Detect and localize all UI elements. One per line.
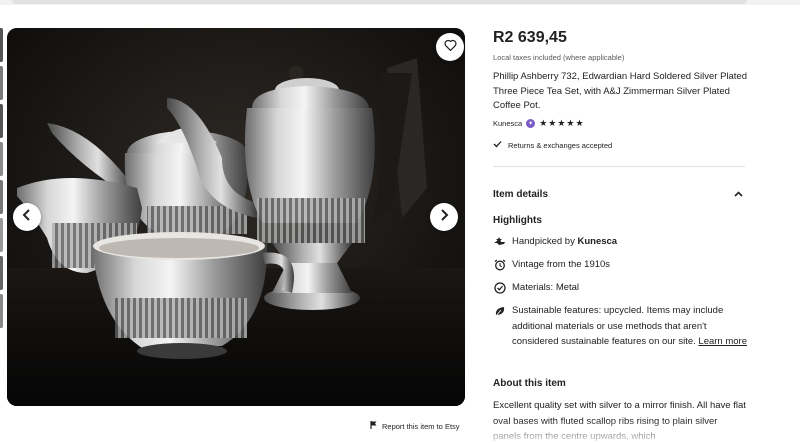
thumbnail[interactable]	[0, 104, 3, 138]
sustainable-description: Sustainable features: upcycled. Items ma…	[512, 305, 724, 347]
hand-icon	[493, 234, 506, 249]
top-scroll-bar	[12, 0, 747, 4]
listing-title: Phillip Ashberry 732, Edwardian Hard Sol…	[493, 71, 747, 111]
flag-icon	[370, 421, 377, 431]
highlight-materials: Materials: Metal	[493, 280, 579, 296]
favorite-button[interactable]	[436, 33, 464, 61]
thumbnail[interactable]	[0, 66, 3, 100]
heart-outline-icon	[443, 38, 457, 56]
top-strip	[0, 0, 800, 5]
price: R2 639,45	[493, 29, 567, 46]
leaf-icon	[493, 303, 506, 318]
next-image-button[interactable]	[430, 203, 458, 231]
previous-image-button[interactable]	[13, 203, 41, 231]
thumbnail-strip[interactable]	[0, 28, 3, 408]
rating-stars[interactable]: ★★★★★	[539, 118, 584, 129]
highlight-sustainable: Sustainable features: upcycled. Items ma…	[493, 303, 748, 350]
highlight-vintage: Vintage from the 1910s	[493, 257, 610, 273]
handpicked-shop-link[interactable]: Kunesca	[577, 236, 617, 247]
item-details-toggle[interactable]: Item details	[493, 189, 743, 200]
about-heading: About this item	[493, 378, 566, 389]
star-seller-badge-icon: ✦	[526, 119, 536, 128]
thumbnail[interactable]	[0, 142, 3, 176]
product-photo	[7, 28, 465, 406]
returns-label: Returns & exchanges accepted	[508, 140, 613, 150]
text-fade-overlay	[493, 420, 753, 443]
thumbnail[interactable]	[0, 256, 3, 290]
tax-note: Local taxes included (where applicable)	[493, 53, 625, 62]
handpicked-prefix: Handpicked by	[512, 236, 578, 247]
thumbnail[interactable]	[0, 294, 3, 328]
report-label: Report this item to Etsy	[382, 421, 460, 431]
divider	[493, 166, 745, 167]
highlights-heading: Highlights	[493, 215, 542, 226]
materials-icon	[493, 280, 506, 295]
chevron-left-icon	[22, 208, 32, 226]
materials-text: Materials: Metal	[512, 282, 580, 293]
chevron-right-icon	[439, 208, 449, 226]
shop-name[interactable]: Kunesca	[493, 119, 522, 128]
handpicked-text: Handpicked by Kunesca	[512, 234, 617, 250]
learn-more-link[interactable]: Learn more	[698, 336, 747, 347]
chevron-up-icon	[734, 189, 743, 200]
shop-rating-row: Kunesca ✦ ★★★★★	[493, 118, 585, 129]
report-link[interactable]: Report this item to Etsy	[370, 421, 460, 431]
thumbnail[interactable]	[0, 180, 3, 214]
sustainable-text: Sustainable features: upcycled. Items ma…	[512, 303, 748, 350]
alarm-clock-icon	[493, 257, 506, 272]
item-details-heading: Item details	[493, 189, 549, 200]
vintage-text: Vintage from the 1910s	[512, 259, 611, 270]
thumbnail[interactable]	[0, 28, 3, 62]
checkmark-icon	[493, 140, 502, 150]
thumbnail[interactable]	[0, 218, 3, 252]
returns-note: Returns & exchanges accepted	[493, 140, 612, 150]
highlight-handpicked: Handpicked by Kunesca	[493, 234, 617, 250]
tea-set-image	[7, 28, 465, 406]
